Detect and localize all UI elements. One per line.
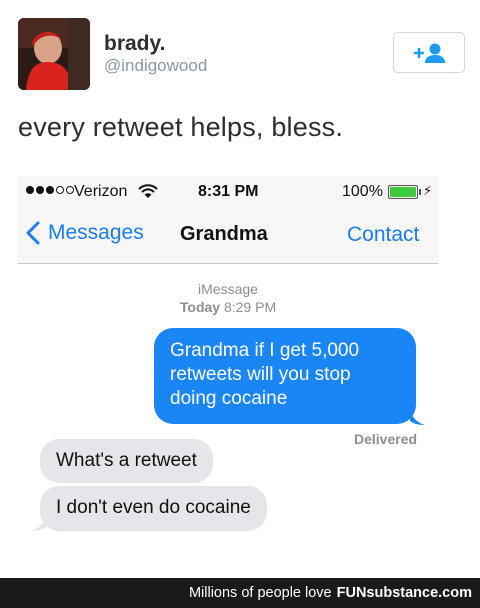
battery-percent: 100% xyxy=(342,183,383,200)
thread-time: 8:29 PM xyxy=(223,299,277,315)
display-name[interactable]: brady. xyxy=(104,32,165,56)
incoming-message-bubble[interactable]: What's a retweet xyxy=(40,439,213,483)
message-line: Grandma if I get 5,000 xyxy=(170,340,360,361)
back-to-messages-button[interactable]: Messages xyxy=(26,221,144,245)
battery-icon xyxy=(388,185,418,199)
message-text: I don't even do cocaine xyxy=(56,497,251,518)
footer-tagline: Millions of people love xyxy=(188,585,332,601)
contact-button[interactable]: Contact xyxy=(347,223,419,247)
nav-bar: Messages Grandma Contact xyxy=(18,208,438,264)
chevron-left-icon xyxy=(26,221,40,245)
thread-day: Today xyxy=(179,299,221,315)
status-time: 8:31 PM xyxy=(198,183,259,200)
carrier-name: Verizon xyxy=(74,183,128,200)
wifi-icon xyxy=(138,184,158,198)
message-text: What's a retweet xyxy=(56,450,197,471)
add-user-icon xyxy=(413,43,445,63)
bubble-tail xyxy=(410,410,425,425)
user-handle[interactable]: @indigowood xyxy=(104,56,207,76)
tweet-text: every retweet helps, bless. xyxy=(18,112,344,142)
bubble-tail xyxy=(31,516,46,531)
incoming-message-bubble[interactable]: I don't even do cocaine xyxy=(40,486,267,531)
service-label: iMessage xyxy=(198,281,258,297)
signal-strength-icon xyxy=(26,186,74,194)
message-line: doing cocaine xyxy=(170,388,288,409)
conversation-title: Grandma xyxy=(180,223,268,245)
avatar[interactable] xyxy=(18,18,90,90)
footer-brand[interactable]: FUNsubstance.com xyxy=(337,585,472,601)
messages-screenshot: Verizon 8:31 PM 100% ⚡ Messages Grandma … xyxy=(18,176,438,568)
status-bar: Verizon 8:31 PM 100% ⚡ xyxy=(18,176,438,208)
back-label: Messages xyxy=(48,221,144,244)
follow-button[interactable] xyxy=(393,32,465,73)
message-line: retweets will you stop xyxy=(170,364,351,385)
watermark-footer: Millions of people love FUNsubstance.com xyxy=(0,578,480,608)
thread-timestamp: iMessage Today 8:29 PM xyxy=(18,280,438,316)
charging-bolt-icon: ⚡ xyxy=(423,183,433,198)
delivery-status: Delivered xyxy=(354,431,418,447)
outgoing-message-bubble[interactable]: Grandma if I get 5,000 retweets will you… xyxy=(154,328,416,424)
